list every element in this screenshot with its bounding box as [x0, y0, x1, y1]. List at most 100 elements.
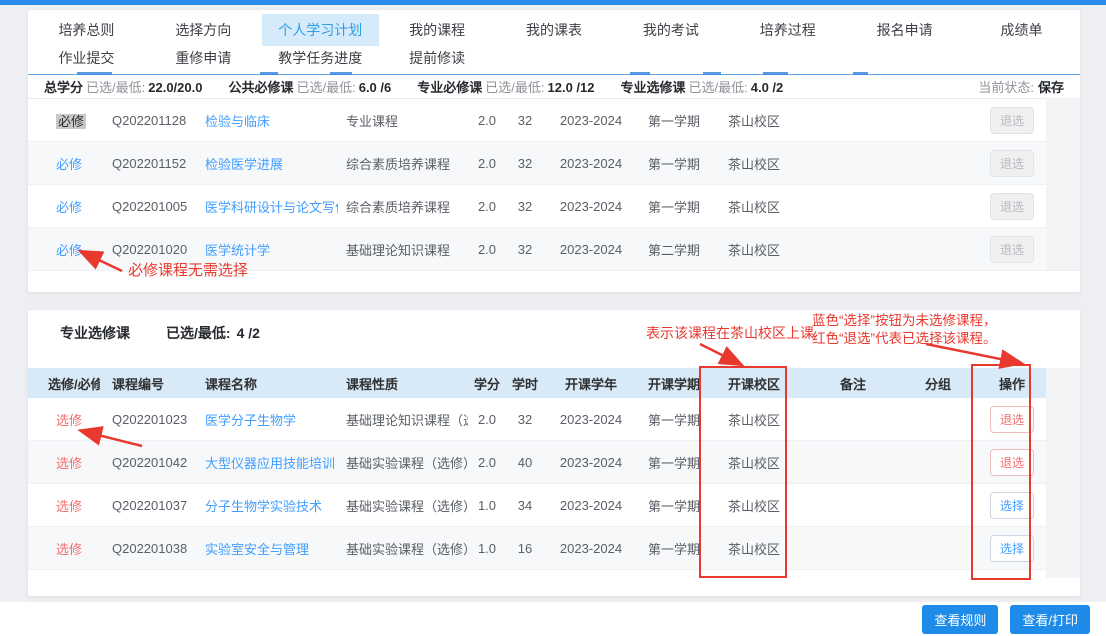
summary-item-label: 专业必修课 [417, 80, 483, 95]
withdraw-button[interactable]: 退选 [989, 448, 1034, 476]
cell-action: 退选 [968, 448, 1056, 476]
cell-type: 选修 [28, 410, 100, 429]
header-分组: 分组 [924, 376, 951, 392]
tab-我的课程[interactable]: 我的课程 [379, 14, 496, 46]
course-name-link[interactable]: 分子生物学实验技术 [205, 499, 322, 514]
cell-term: 第一学期 [647, 498, 700, 514]
cell-name: 实验室安全与管理 [193, 539, 338, 558]
header-开课学年: 开课学年 [564, 376, 617, 392]
cell-name: 分子生物学实验技术 [193, 496, 338, 515]
status-label: 当前状态: [978, 80, 1034, 95]
clipped-row-fragment [77, 72, 112, 75]
view-rules-button[interactable]: 查看规则 [922, 604, 999, 634]
withdraw-button[interactable]: 退选 [989, 192, 1034, 220]
cell-name: 大型仪器应用技能培训 [193, 453, 338, 472]
summary-item-prefix: 已选/最低: [688, 80, 748, 95]
scrollbar-track[interactable] [1046, 368, 1080, 578]
nav-tabs-row1: 培养总则 选择方向 个人学习计划 我的课程 我的课表 我的考试 培养过程 报名申请 成绩单 [28, 14, 1080, 46]
course-type-label: 选修 [56, 498, 83, 514]
course-name-link[interactable]: 检验与临床 [205, 114, 270, 129]
status-value: 保存 [1037, 80, 1064, 95]
tab-个人学习计划[interactable]: 个人学习计划 [261, 14, 379, 46]
summary-items: 总学分 已选/最低: 22.0/20.0 公共必修课 已选/最低: 6.0 /6 专业必修课… [44, 77, 809, 96]
course-type-label: 选修 [56, 412, 83, 428]
top-accent-bar [0, 0, 1106, 5]
tab-我的考试[interactable]: 我的考试 [612, 14, 729, 46]
cell-campus: 茶山校区 [727, 199, 780, 215]
select-button[interactable]: 选择 [989, 491, 1034, 519]
cell-campus: 茶山校区 [727, 498, 780, 514]
course-name-link[interactable]: 实验室安全与管理 [205, 542, 309, 557]
cell-term: 第二学期 [647, 242, 700, 258]
cell-campus: 茶山校区 [727, 541, 780, 557]
course-name-link[interactable]: 大型仪器应用技能培训 [205, 456, 335, 471]
table-row: 必修 Q202201128 检验与临床 专业课程 2.0 32 2023-2024 第一学期 茶… [28, 99, 1080, 142]
summary-item-value: 4.0 /2 [750, 80, 784, 95]
table-row: 必修 Q202201152 检验医学进展 综合素质培养课程 2.0 32 2023-2024… [28, 142, 1080, 185]
cell-type: 必修 [28, 197, 100, 216]
elective-table-header: 选修/必修 课程编号 课程名称 课程性质 学分 学时 开课学年 开课学期 开课校区 备注 分组 操作 [28, 368, 1080, 398]
cell-year: 2023-2024 [559, 454, 623, 470]
clipped-row-fragment [630, 72, 650, 75]
tab-报名申请[interactable]: 报名申请 [846, 14, 963, 46]
course-type-label: 选修 [56, 455, 83, 471]
cell-type: 必修 [28, 111, 100, 130]
withdraw-button[interactable]: 退选 [989, 149, 1034, 177]
cell-hours: 32 [517, 112, 533, 128]
header-课程性质: 课程性质 [346, 376, 399, 392]
withdraw-button[interactable]: 退选 [989, 405, 1034, 433]
tab-重修申请[interactable]: 重修申请 [145, 46, 262, 72]
course-type-label: 必修 [56, 199, 83, 215]
table-row: 选修 Q202201038 实验室安全与管理 基础实验课程（选修） 1.0 16 2023-… [28, 527, 1080, 570]
scrollbar-track[interactable] [1046, 98, 1080, 270]
cell-campus: 茶山校区 [727, 156, 780, 172]
cell-year: 2023-2024 [559, 112, 623, 128]
tab-培养总则[interactable]: 培养总则 [28, 14, 145, 46]
tab-提前修读[interactable]: 提前修读 [379, 46, 496, 72]
cell-name: 医学分子生物学 [193, 410, 338, 429]
withdraw-button[interactable]: 退选 [989, 106, 1034, 134]
cell-credits: 1.0 [477, 497, 497, 513]
training-plan-panel: 培养总则 选择方向 个人学习计划 我的课程 我的课表 我的考试 培养过程 报名申请 成绩单 作业… [28, 10, 1080, 292]
cell-credits: 2.0 [477, 411, 497, 427]
table-row: 选修 Q202201023 医学分子生物学 基础理论知识课程（选修） 2.0 32 2023… [28, 398, 1080, 441]
cell-action: 退选 [968, 106, 1056, 134]
select-button[interactable]: 选择 [989, 534, 1034, 562]
tab-选择方向[interactable]: 选择方向 [145, 14, 262, 46]
cell-credits: 2.0 [477, 454, 497, 470]
summary-item: 专业必修课 已选/最低: 12.0 /12 [417, 77, 594, 96]
cell-name: 检验与临床 [193, 111, 338, 130]
cell-action: 退选 [968, 149, 1056, 177]
clipped-row-fragment [260, 72, 278, 75]
cell-nature: 基础理论知识课程（选修） [346, 412, 468, 428]
view-print-button[interactable]: 查看/打印 [1010, 604, 1090, 634]
cell-campus: 茶山校区 [727, 412, 780, 428]
tab-我的课表[interactable]: 我的课表 [496, 14, 613, 46]
cell-term: 第一学期 [647, 199, 700, 215]
cell-type: 必修 [28, 154, 100, 173]
footer-action-bar: 查看规则 查看/打印 [0, 602, 1106, 636]
cell-nature: 基础实验课程（选修） [346, 455, 468, 471]
tab-作业提交[interactable]: 作业提交 [28, 46, 145, 72]
course-type-label: 必修 [56, 156, 83, 172]
cell-campus: 茶山校区 [727, 242, 780, 258]
tab-培养过程[interactable]: 培养过程 [729, 14, 846, 46]
cell-nature: 专业课程 [346, 113, 399, 129]
cell-hours: 32 [517, 198, 533, 214]
cell-action: 退选 [968, 192, 1056, 220]
cell-nature: 基础实验课程（选修） [346, 541, 468, 557]
cell-year: 2023-2024 [559, 497, 623, 513]
withdraw-button[interactable]: 退选 [989, 235, 1034, 263]
tab-教学任务进度[interactable]: 教学任务进度 [262, 46, 379, 72]
cell-action: 退选 [968, 235, 1056, 263]
section-sub-label: 已选/最低: [166, 325, 231, 341]
course-name-link[interactable]: 医学科研设计与论文写作 [205, 200, 338, 215]
course-name-link[interactable]: 检验医学进展 [205, 157, 283, 172]
course-name-link[interactable]: 医学分子生物学 [205, 413, 296, 428]
summary-item-prefix: 已选/最低: [86, 80, 146, 95]
course-name-link[interactable]: 医学统计学 [205, 243, 270, 258]
summary-item-value: 6.0 /6 [358, 80, 392, 95]
tab-成绩单[interactable]: 成绩单 [963, 14, 1080, 46]
cell-hours: 40 [517, 454, 533, 470]
table-row: 选修 Q202201037 分子生物学实验技术 基础实验课程（选修） 1.0 34 2023… [28, 484, 1080, 527]
